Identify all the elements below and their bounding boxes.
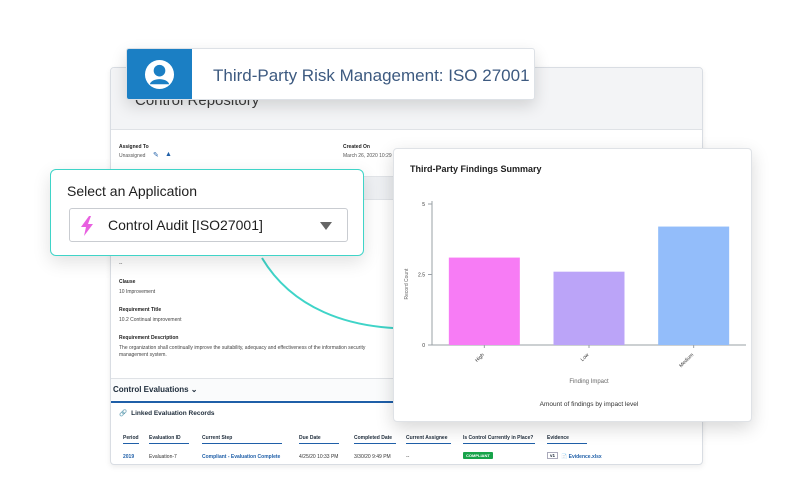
linked-records-title: 🔗 Linked Evaluation Records — [119, 410, 215, 417]
field-value: -- — [119, 261, 123, 267]
column-header[interactable]: Evaluation ID — [149, 435, 181, 441]
created-on-value: March 26, 2020 10:29 — [343, 153, 392, 159]
version-badge: v1 — [547, 452, 559, 459]
assigned-to-label: Assigned To — [119, 144, 149, 150]
header-underline — [354, 443, 396, 444]
row-completed-date: 3/30/20 9:49 PM — [354, 454, 391, 460]
field-value: 10 Improvement — [119, 289, 156, 295]
chevron-down-icon: ⌄ — [190, 385, 198, 394]
status-badge: COMPLIANT — [463, 452, 493, 459]
x-tick-label: High — [474, 352, 486, 364]
column-header[interactable]: Completed Date — [354, 435, 392, 441]
app-title: Third-Party Risk Management: ISO 27001 — [213, 66, 530, 85]
column-header[interactable]: Current Assignee — [406, 435, 448, 441]
screen: Control Repository Assigned To Unassigne… — [0, 0, 800, 500]
findings-bar-chart: 0 2.5 5 High Low Medium Record Count Finding Im… — [404, 201, 746, 408]
link-icon: 🔗 — [119, 410, 128, 417]
user-avatar-icon — [144, 59, 175, 90]
y-tick-label: 2.5 — [418, 273, 425, 279]
row-due-date: 4/25/20 10:33 PM — [299, 454, 339, 460]
app-title-banner: Third-Party Risk Management: ISO 27001 — [126, 48, 535, 100]
header-underline — [202, 443, 282, 444]
row-current-step[interactable]: Compliant - Evaluation Complete — [202, 454, 280, 460]
row-assignee: -- — [406, 454, 410, 460]
header-underline — [406, 443, 451, 444]
findings-chart-card: Third-Party Findings Summary 0 2.5 5 High Lo… — [393, 148, 752, 422]
lightning-bolt-icon — [81, 216, 93, 236]
chevron-down-icon[interactable] — [320, 222, 332, 230]
y-axis-title: Record Count — [404, 268, 410, 299]
row-evaluation-id: Evaluation-7 — [149, 454, 177, 460]
header-underline — [123, 443, 139, 444]
application-dropdown[interactable]: Control Audit [ISO27001] — [69, 208, 348, 242]
select-application-label: Select an Application — [67, 183, 197, 199]
bar-medium — [658, 226, 730, 345]
header-underline — [547, 443, 587, 444]
field-value: The organization shall continually impro… — [119, 345, 366, 358]
x-axis-title: Finding Impact — [569, 379, 609, 385]
bar-high — [448, 257, 520, 345]
column-header[interactable]: Is Control Currently in Place? — [463, 435, 533, 441]
edit-icon[interactable]: ✎ — [153, 151, 159, 159]
control-evaluations-title: Control Evaluations ⌄ — [113, 385, 198, 394]
select-application-card: Select an Application Control Audit [ISO… — [50, 169, 364, 256]
field-label: Requirement Description — [119, 335, 179, 341]
created-on-label: Created On — [343, 144, 370, 150]
attachment-icon: 📄 — [561, 454, 568, 460]
field-label: Requirement Title — [119, 307, 162, 313]
row-period[interactable]: 2019 — [123, 454, 134, 460]
column-header[interactable]: Due Date — [299, 435, 321, 441]
field-value: 10.2 Continual improvement — [119, 317, 182, 323]
header-underline — [463, 443, 535, 444]
selected-application: Control Audit [ISO27001] — [108, 217, 263, 233]
bar-low — [553, 271, 625, 345]
column-header[interactable]: Period — [123, 435, 139, 441]
column-header[interactable]: Evidence — [547, 435, 569, 441]
assigned-to-value: Unassigned — [119, 153, 146, 159]
field-label: Clause — [119, 279, 136, 285]
y-tick-label: 5 — [422, 202, 425, 208]
banner-icon-box — [127, 49, 192, 99]
header-underline — [149, 443, 189, 444]
header-underline — [299, 443, 339, 444]
evidence-link[interactable]: 📄 Evidence.xlsx — [561, 454, 602, 460]
chart-caption: Amount of findings by impact level — [540, 401, 639, 408]
assign-user-icon[interactable]: ▲ — [165, 151, 172, 158]
y-tick-label: 0 — [422, 343, 425, 349]
column-header[interactable]: Current Step — [202, 435, 232, 441]
x-tick-label: Medium — [678, 352, 695, 369]
x-tick-label: Low — [580, 352, 591, 363]
